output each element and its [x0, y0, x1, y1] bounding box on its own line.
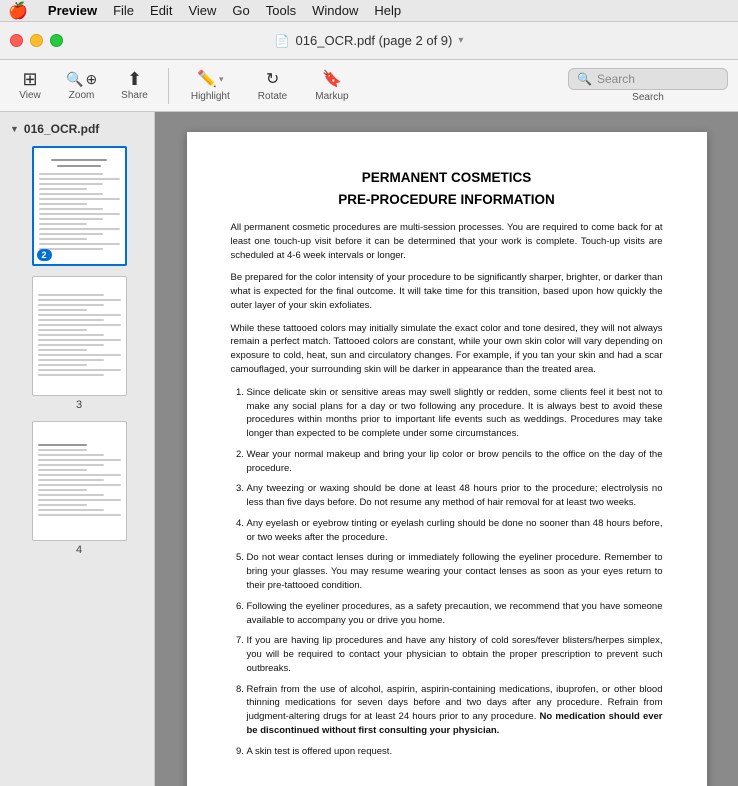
menu-bar: 🍎 Preview File Edit View Go Tools Window…	[0, 0, 738, 22]
thumb-content-3	[33, 288, 126, 385]
page-badge-2: 2	[37, 249, 52, 261]
view-button[interactable]: ⊞ View	[10, 66, 50, 105]
page-number-3: 3	[76, 399, 82, 411]
pdf-list-item-5: Do not wear contact lenses during or imm…	[247, 551, 663, 592]
page-number-4: 4	[76, 544, 82, 556]
view-label: View	[19, 90, 41, 101]
document-title: 016_OCR.pdf (page 2 of 9)	[296, 33, 453, 48]
pdf-list-item-3: Any tweezing or waxing should be done at…	[247, 482, 663, 510]
rotate-icon: ↻	[266, 69, 279, 89]
highlight-button[interactable]: ✏️ ▾ Highlight	[181, 66, 240, 105]
pdf-list-item-4: Any eyelash or eyebrow tinting or eyelas…	[247, 517, 663, 545]
pdf-paragraph-2: Be prepared for the color intensity of y…	[231, 271, 663, 312]
search-label: Search	[632, 92, 664, 103]
thumb-content-2	[34, 153, 125, 259]
page-thumbnail-2[interactable]: 2	[32, 146, 127, 266]
app-name[interactable]: Preview	[48, 3, 97, 18]
pdf-paragraph-1: All permanent cosmetic procedures are mu…	[231, 221, 663, 262]
menu-go[interactable]: Go	[232, 3, 249, 18]
window-controls	[10, 34, 63, 47]
page-thumb-4[interactable]: 4	[10, 421, 148, 556]
menu-window[interactable]: Window	[312, 3, 358, 18]
window-title: 📄 016_OCR.pdf (page 2 of 9) ▾	[275, 33, 464, 48]
pdf-list-item-1: Since delicate skin or sensitive areas m…	[247, 386, 663, 441]
share-label: Share	[121, 90, 148, 101]
page-thumb-2[interactable]: 2	[10, 146, 148, 266]
toolbar: ⊞ View 🔍 ⊕ Zoom ⬆ Share ✏️ ▾ Highlight ↻…	[0, 60, 738, 112]
pdf-title-2: PRE-PROCEDURE INFORMATION	[231, 190, 663, 210]
minimize-button[interactable]	[30, 34, 43, 47]
page-thumb-3[interactable]: 3	[10, 276, 148, 411]
zoom-button[interactable]: 🔍 ⊕ Zoom	[58, 67, 105, 105]
sidebar: ▼ 016_OCR.pdf	[0, 112, 155, 786]
pdf-list-item-2: Wear your normal makeup and bring your l…	[247, 448, 663, 476]
main-area: ▼ 016_OCR.pdf	[0, 112, 738, 786]
menu-view[interactable]: View	[188, 3, 216, 18]
pdf-list-item-8: Refrain from the use of alcohol, aspirin…	[247, 683, 663, 738]
apple-menu[interactable]: 🍎	[8, 1, 28, 21]
menu-tools[interactable]: Tools	[266, 3, 296, 18]
titlebar: 📄 016_OCR.pdf (page 2 of 9) ▾	[0, 22, 738, 60]
pdf-list: Since delicate skin or sensitive areas m…	[247, 386, 663, 759]
sidebar-pages: 2	[6, 146, 148, 556]
pdf-list-item-7: If you are having lip procedures and hav…	[247, 634, 663, 675]
pdf-content: PERMANENT COSMETICS PRE-PROCEDURE INFORM…	[231, 168, 663, 758]
document-icon: 📄	[275, 34, 290, 48]
toolbar-separator	[168, 68, 169, 104]
zoom-label: Zoom	[69, 90, 95, 101]
maximize-button[interactable]	[50, 34, 63, 47]
sidebar-header[interactable]: ▼ 016_OCR.pdf	[6, 120, 148, 138]
title-chevron-icon[interactable]: ▾	[458, 35, 463, 46]
search-box[interactable]: 🔍 Search	[568, 68, 728, 90]
rotate-label: Rotate	[258, 91, 287, 102]
pdf-title-1: PERMANENT COSMETICS	[231, 168, 663, 188]
sidebar-filename: 016_OCR.pdf	[24, 122, 99, 136]
markup-button[interactable]: 🔖 Markup	[305, 66, 358, 105]
view-icon: ⊞	[22, 70, 37, 88]
pdf-viewer[interactable]: PERMANENT COSMETICS PRE-PROCEDURE INFORM…	[155, 112, 738, 786]
pdf-page: PERMANENT COSMETICS PRE-PROCEDURE INFORM…	[187, 132, 707, 786]
highlight-chevron-icon: ▾	[219, 74, 224, 85]
share-icon: ⬆	[127, 70, 142, 88]
pdf-list-item-6: Following the eyeliner procedures, as a …	[247, 600, 663, 628]
thumb-content-4	[33, 438, 126, 525]
search-input[interactable]: Search	[597, 72, 719, 86]
page-thumbnail-4[interactable]	[32, 421, 127, 541]
highlight-icon: ✏️	[197, 69, 217, 89]
menu-edit[interactable]: Edit	[150, 3, 172, 18]
close-button[interactable]	[10, 34, 23, 47]
pdf-list-item-9: A skin test is offered upon request.	[247, 745, 663, 759]
rotate-button[interactable]: ↻ Rotate	[248, 66, 297, 105]
sidebar-triangle-icon: ▼	[10, 124, 19, 134]
menu-file[interactable]: File	[113, 3, 134, 18]
markup-icon: 🔖	[322, 69, 342, 89]
zoom-in-icon: ⊕	[85, 71, 97, 88]
menu-help[interactable]: Help	[374, 3, 401, 18]
zoom-out-icon: 🔍	[66, 72, 83, 86]
page-thumbnail-3[interactable]	[32, 276, 127, 396]
pdf-paragraph-3: While these tattooed colors may initiall…	[231, 322, 663, 377]
share-button[interactable]: ⬆ Share	[113, 66, 156, 105]
search-icon: 🔍	[577, 72, 592, 86]
markup-label: Markup	[315, 91, 348, 102]
highlight-label: Highlight	[191, 91, 230, 102]
